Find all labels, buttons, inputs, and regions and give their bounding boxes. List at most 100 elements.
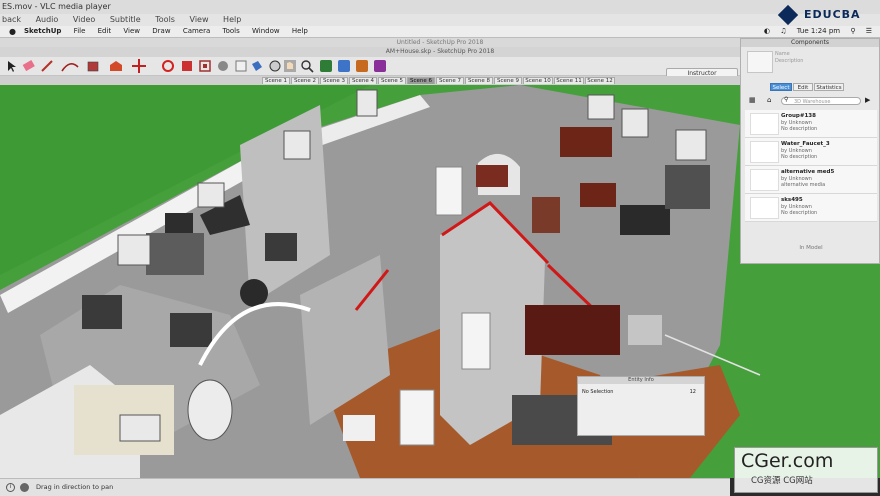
entity-info-title: Entity Info bbox=[578, 377, 704, 384]
window-bedroom-south bbox=[119, 414, 161, 442]
rotate-tool-icon[interactable] bbox=[162, 60, 174, 72]
watermark-subtitle: CG资源 CG网站 bbox=[751, 476, 813, 486]
components-panel: Components Name Description Select Edit … bbox=[740, 38, 880, 264]
tab-scene-12[interactable]: Scene 12 bbox=[585, 77, 615, 84]
select-tool-icon[interactable] bbox=[8, 61, 16, 72]
component-name: alternative med5 bbox=[781, 169, 835, 175]
vlc-title-bar: ES.mov - VLC media player bbox=[0, 0, 880, 14]
menu-camera[interactable]: Camera bbox=[183, 27, 210, 35]
menu-clock[interactable]: Tue 1:24 pm bbox=[797, 27, 840, 35]
wifi-icon[interactable]: ◐ bbox=[764, 27, 770, 35]
tape-measure-tool-icon[interactable] bbox=[218, 61, 228, 71]
menu-tools[interactable]: Tools bbox=[223, 27, 240, 35]
tab-scene-10[interactable]: Scene 10 bbox=[523, 77, 553, 84]
component-description: No description bbox=[781, 154, 818, 160]
tab-scene-5[interactable]: Scene 5 bbox=[378, 77, 406, 84]
text-tool-icon[interactable] bbox=[235, 60, 247, 72]
menu-view[interactable]: View bbox=[123, 27, 140, 35]
armchair-3 bbox=[170, 313, 212, 347]
armchair-1 bbox=[265, 233, 297, 261]
vlc-menu-view[interactable]: View bbox=[190, 15, 209, 24]
tab-statistics[interactable]: Statistics bbox=[814, 83, 844, 91]
tab-scene-7[interactable]: Scene 7 bbox=[436, 77, 464, 84]
offset-tool-icon[interactable] bbox=[199, 60, 211, 72]
fireplace bbox=[146, 233, 204, 275]
orbit-tool-icon[interactable] bbox=[269, 60, 281, 72]
vlc-menu-back[interactable]: back bbox=[2, 15, 21, 24]
details-arrow-icon[interactable]: ▶ bbox=[865, 96, 870, 104]
component-item[interactable]: Group#138 by Unknown No description bbox=[745, 110, 877, 138]
paint-bucket-tool-icon[interactable] bbox=[252, 61, 262, 71]
menu-file[interactable]: File bbox=[74, 27, 86, 35]
component-name: Water_Faucet_3 bbox=[781, 141, 830, 147]
watermark-title: CGer.com bbox=[741, 450, 834, 472]
toolbar-icons bbox=[8, 59, 314, 73]
tab-scene-9[interactable]: Scene 9 bbox=[494, 77, 522, 84]
apple-icon[interactable]: ● bbox=[9, 26, 16, 37]
vlc-menu-help[interactable]: Help bbox=[223, 15, 241, 24]
tab-scene-8[interactable]: Scene 8 bbox=[465, 77, 493, 84]
window-living bbox=[117, 234, 151, 266]
extension-tool-icon[interactable] bbox=[374, 60, 386, 72]
component-item[interactable]: alternative med5 by Unknown alternative … bbox=[745, 166, 877, 194]
entity-count: 12 bbox=[689, 389, 696, 395]
educba-logo: EDUCBA bbox=[776, 4, 876, 26]
main-toolbar bbox=[0, 57, 742, 76]
component-description: No description bbox=[781, 126, 818, 132]
vlc-window-title: ES.mov - VLC media player bbox=[2, 2, 111, 11]
red-sofa bbox=[476, 165, 508, 187]
window-north bbox=[283, 130, 311, 160]
home-icon[interactable]: ⌂ bbox=[767, 96, 771, 104]
previous-view-tool-icon[interactable] bbox=[338, 60, 350, 72]
credits-icon[interactable] bbox=[20, 483, 29, 492]
ac-unit bbox=[628, 315, 662, 345]
volume-icon[interactable]: ♫ bbox=[780, 27, 786, 35]
tab-scene-4[interactable]: Scene 4 bbox=[349, 77, 377, 84]
component-thumbnail bbox=[750, 113, 779, 135]
zoom-extents-tool-icon[interactable] bbox=[320, 60, 332, 72]
garage-block bbox=[665, 165, 710, 209]
vlc-menu-audio[interactable]: Audio bbox=[36, 15, 59, 24]
push-pull-tool-icon[interactable] bbox=[110, 61, 122, 71]
tab-edit[interactable]: Edit bbox=[793, 83, 813, 91]
vlc-menu-video[interactable]: Video bbox=[73, 15, 95, 24]
menu-app-sketchup[interactable]: SketchUp bbox=[24, 27, 61, 35]
move-tool-icon[interactable] bbox=[132, 59, 146, 73]
spotlight-search-icon[interactable]: ⚲ bbox=[850, 27, 855, 35]
menu-edit[interactable]: Edit bbox=[98, 27, 112, 35]
component-item[interactable]: sks495 by Unknown No description bbox=[745, 194, 877, 222]
components-panel-title: Components bbox=[741, 39, 879, 47]
line-tool-icon[interactable] bbox=[41, 60, 53, 72]
component-item[interactable]: Water_Faucet_3 by Unknown No description bbox=[745, 138, 877, 166]
tab-select[interactable]: Select bbox=[770, 83, 792, 91]
mac-menu-items: SketchUp File Edit View Draw Camera Tool… bbox=[24, 26, 318, 37]
hall-door bbox=[399, 389, 435, 446]
zoom-tool-icon[interactable] bbox=[301, 60, 314, 73]
components-footer[interactable]: In Model bbox=[745, 244, 877, 252]
tab-scene-3[interactable]: Scene 3 bbox=[320, 77, 348, 84]
educba-cube-icon bbox=[777, 4, 799, 26]
pan-tool-icon[interactable] bbox=[284, 60, 296, 72]
component-thumbnail bbox=[750, 141, 779, 163]
tab-scene-2[interactable]: Scene 2 bbox=[291, 77, 319, 84]
eraser-tool-icon[interactable] bbox=[22, 60, 35, 72]
dresser bbox=[580, 183, 616, 207]
scale-tool-icon[interactable] bbox=[182, 61, 192, 71]
menu-window[interactable]: Window bbox=[252, 27, 280, 35]
menu-help[interactable]: Help bbox=[292, 27, 308, 35]
component-thumbnail bbox=[750, 169, 779, 191]
component-search-input[interactable]: 3D Warehouse bbox=[781, 97, 861, 105]
rectangle-tool-icon[interactable] bbox=[87, 61, 99, 72]
vlc-menu-tools[interactable]: Tools bbox=[155, 15, 175, 24]
notification-center-icon[interactable]: ☰ bbox=[866, 27, 872, 35]
arc-tool-icon[interactable] bbox=[61, 63, 79, 72]
info-icon[interactable]: i bbox=[6, 483, 15, 492]
tab-scene-11[interactable]: Scene 11 bbox=[554, 77, 584, 84]
office-desk bbox=[560, 127, 612, 157]
tab-scene-6[interactable]: Scene 6 bbox=[407, 77, 435, 84]
warehouse-tool-icon[interactable] bbox=[356, 60, 368, 72]
view-options-icon[interactable]: ▦ bbox=[749, 96, 756, 104]
vlc-menu-subtitle[interactable]: Subtitle bbox=[110, 15, 141, 24]
tab-scene-1[interactable]: Scene 1 bbox=[262, 77, 290, 84]
menu-draw[interactable]: Draw bbox=[152, 27, 170, 35]
